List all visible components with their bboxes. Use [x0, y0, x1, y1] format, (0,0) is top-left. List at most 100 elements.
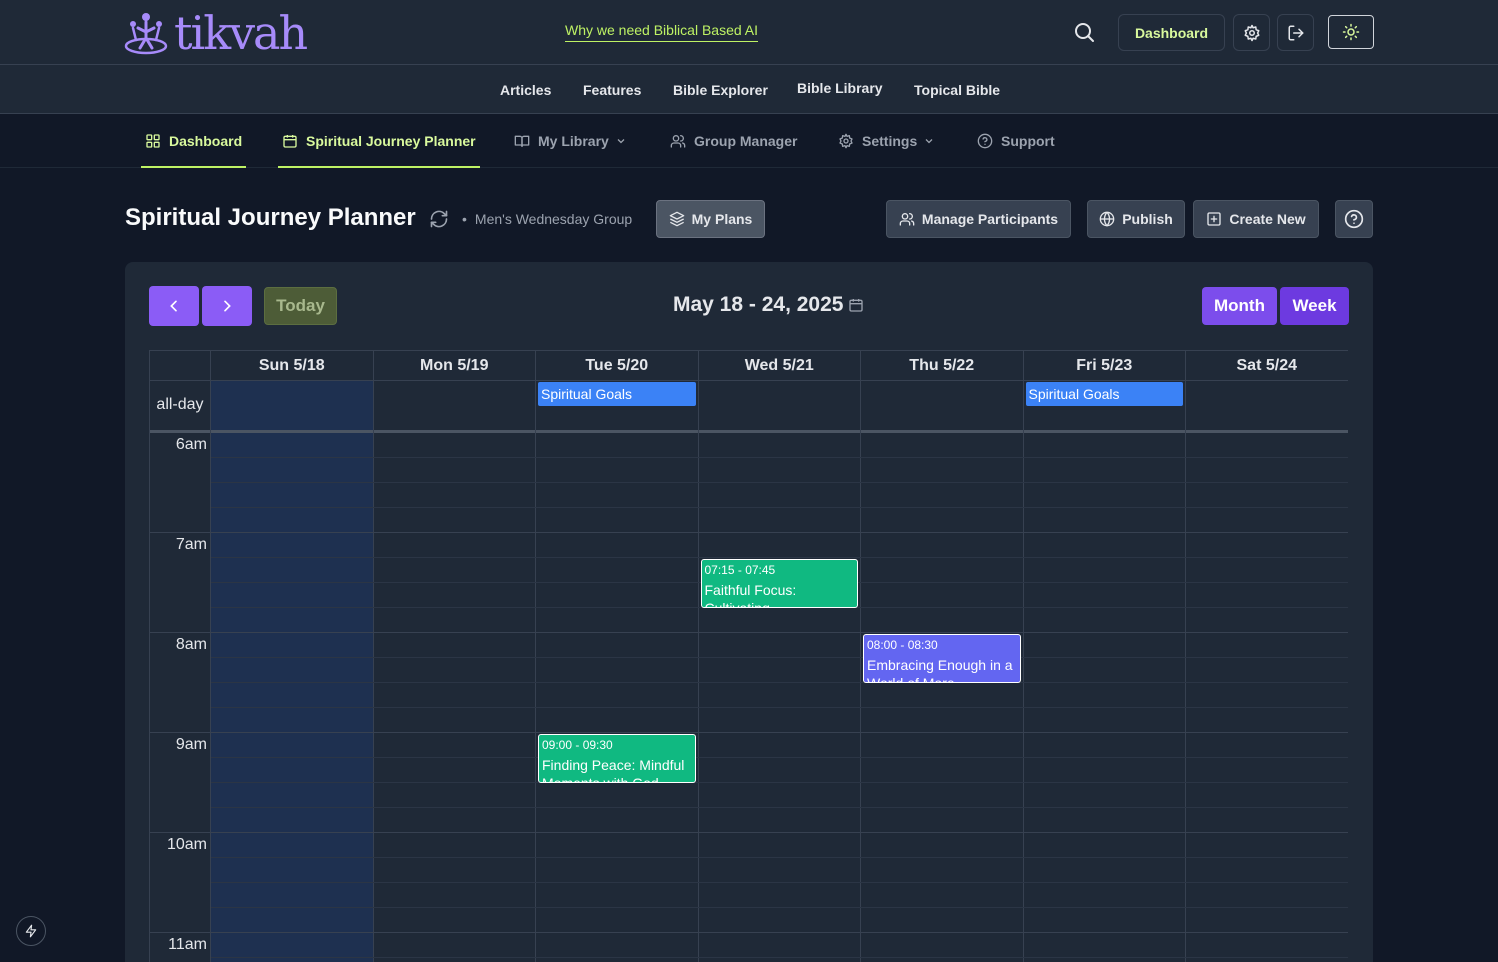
chevron-down-icon	[617, 139, 625, 144]
plus-square-icon	[1207, 212, 1222, 226]
create-new-button[interactable]: Create New	[1193, 200, 1319, 238]
tab-label: Settings	[862, 133, 918, 149]
column-divider	[535, 350, 536, 962]
tab-settings[interactable]: Settings	[838, 114, 935, 168]
brand-logo[interactable]: tikvah	[124, 8, 308, 58]
tab-label: Spiritual Journey Planner	[306, 133, 476, 149]
quarter-line	[211, 782, 1348, 783]
button-label: My Plans	[691, 211, 753, 227]
day-header[interactable]: Mon 5/19	[373, 350, 536, 380]
my-plans-button[interactable]: My Plans	[656, 200, 765, 238]
publish-button[interactable]: Publish	[1087, 200, 1185, 238]
logout-icon	[1288, 25, 1303, 40]
users-icon	[670, 135, 686, 148]
nav-bible-library[interactable]: Bible Library	[797, 80, 883, 96]
hour-line	[149, 832, 1348, 833]
prev-week-button[interactable]	[149, 286, 199, 326]
calendar-event[interactable]: 09:00 - 09:30 Finding Peace: Mindful Mome…	[538, 734, 696, 783]
row-divider	[149, 380, 1348, 381]
nav-articles[interactable]: Articles	[500, 82, 551, 98]
layers-icon	[669, 211, 684, 227]
quarter-line	[211, 907, 1348, 908]
calendar-event[interactable]: 07:15 - 07:45 Faithful Focus: Cultivating	[700, 559, 858, 608]
event-title: Faithful Focus: Cultivating	[704, 582, 797, 608]
hour-line	[149, 932, 1348, 933]
event-title: Embracing Enough in a World of More	[867, 657, 1013, 683]
refresh-button[interactable]	[429, 209, 449, 229]
all-day-label: all-day	[156, 396, 204, 413]
quarter-line	[211, 807, 1348, 808]
book-icon	[514, 135, 530, 147]
header-gutter	[149, 350, 211, 380]
theme-toggle-button[interactable]	[1328, 15, 1374, 49]
manage-participants-button[interactable]: Manage Participants	[886, 200, 1071, 238]
calendar-event[interactable]: 08:00 - 08:30 Embracing Enough in a World…	[863, 634, 1021, 683]
day-header[interactable]: Sat 5/24	[1186, 350, 1348, 380]
logo-figure-icon	[124, 13, 168, 55]
quick-action-button[interactable]	[16, 916, 46, 946]
tab-spiritual-journey-planner[interactable]: Spiritual Journey Planner	[278, 114, 480, 168]
gear-icon	[839, 133, 853, 149]
settings-button[interactable]	[1233, 14, 1270, 51]
quarter-line	[211, 707, 1348, 708]
event-time: 07:15 - 07:45	[704, 563, 776, 577]
day-header[interactable]: Sun 5/18	[211, 350, 374, 380]
hour-line	[149, 732, 1348, 733]
logout-button[interactable]	[1277, 14, 1314, 51]
search-icon	[1075, 23, 1094, 42]
date-range-picker[interactable]: May 18 - 24, 2025	[673, 293, 864, 317]
column-divider	[1347, 350, 1348, 962]
page-title: Spiritual Journey Planner	[125, 204, 416, 231]
hour-label: 9am	[175, 736, 207, 753]
tab-group-manager[interactable]: Group Manager	[670, 114, 797, 168]
bullet-separator: •	[462, 211, 467, 227]
week-grid: all-day Sun 5/18 Mon 5/19 Tue 5/20 Wed 5/21…	[149, 350, 1348, 962]
secondary-nav: Articles Features Bible Explorer Bible L…	[0, 65, 1498, 114]
search-button[interactable]	[1072, 20, 1096, 44]
day-header[interactable]: Tue 5/20	[536, 350, 699, 380]
hour-line	[149, 632, 1348, 633]
tab-support[interactable]: Support	[977, 114, 1055, 168]
tab-label: Dashboard	[169, 133, 243, 149]
tagline-link[interactable]: Why we need Biblical Based AI	[565, 22, 758, 42]
quarter-line	[211, 507, 1348, 508]
users-icon	[899, 213, 915, 226]
day-header[interactable]: Fri 5/23	[1023, 350, 1186, 380]
group-name: • Men's Wednesday Group	[462, 211, 632, 227]
help-button[interactable]	[1335, 200, 1373, 238]
button-label: Manage Participants	[921, 211, 1059, 227]
today-button[interactable]: Today	[264, 287, 337, 325]
hour-label: 8am	[175, 636, 207, 653]
gear-icon	[1244, 24, 1259, 41]
day-header[interactable]: Thu 5/22	[861, 350, 1024, 380]
nav-features[interactable]: Features	[583, 82, 641, 98]
tab-label: Group Manager	[694, 133, 798, 149]
all-day-divider	[149, 430, 1348, 433]
nav-bible-explorer[interactable]: Bible Explorer	[673, 82, 768, 98]
tab-dashboard[interactable]: Dashboard	[141, 114, 247, 168]
nav-topical-bible[interactable]: Topical Bible	[914, 82, 1000, 98]
all-day-event[interactable]: Spiritual Goals	[538, 382, 696, 406]
all-day-event[interactable]: Spiritual Goals	[1025, 382, 1183, 406]
bolt-icon	[25, 924, 37, 938]
hour-line	[149, 532, 1348, 533]
quarter-line	[211, 682, 1348, 683]
chevron-right-icon	[224, 300, 231, 312]
month-view-button[interactable]: Month	[1202, 287, 1277, 325]
quarter-line	[211, 857, 1348, 858]
top-header: tikvah Why we need Biblical Based AI Das…	[0, 0, 1498, 65]
next-week-button[interactable]	[202, 286, 252, 326]
grid-icon	[146, 134, 160, 148]
column-divider	[1185, 350, 1186, 962]
quarter-line	[211, 657, 1348, 658]
tab-my-library[interactable]: My Library	[514, 114, 627, 168]
week-view-button[interactable]: Week	[1280, 287, 1349, 325]
header-dashboard-button[interactable]: Dashboard	[1118, 14, 1225, 51]
column-divider	[860, 350, 861, 962]
event-title: Finding Peace: Mindful Moments with God	[542, 757, 685, 783]
help-circle-icon	[977, 133, 993, 149]
hour-label: 6am	[175, 436, 207, 453]
day-header[interactable]: Wed 5/21	[698, 350, 861, 380]
quarter-line	[211, 757, 1348, 758]
quarter-line	[211, 882, 1348, 883]
